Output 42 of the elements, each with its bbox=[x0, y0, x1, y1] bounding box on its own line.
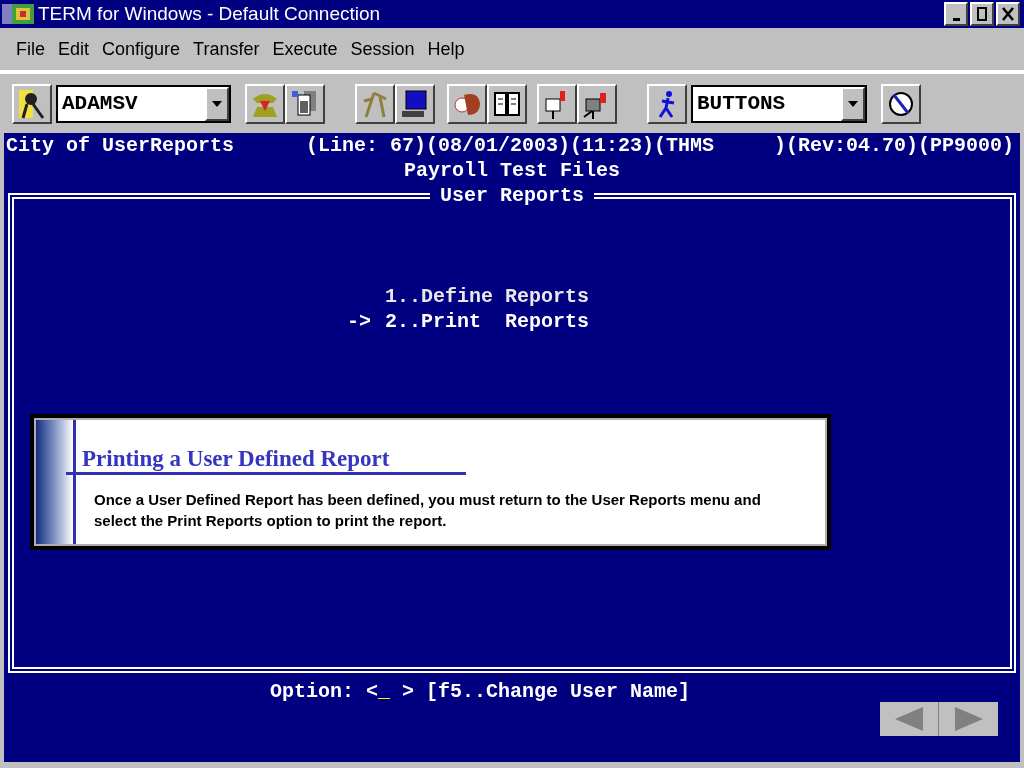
frame-title: User Reports bbox=[439, 183, 585, 208]
menu-option[interactable]: 2..Print Reports bbox=[385, 309, 590, 334]
toolbar-button[interactable] bbox=[647, 83, 687, 124]
person-search-icon bbox=[17, 87, 47, 120]
toolbar-button[interactable] bbox=[577, 83, 617, 124]
toolbar-button[interactable] bbox=[355, 83, 395, 124]
search-button[interactable] bbox=[12, 83, 52, 124]
toolbar-button[interactable] bbox=[447, 83, 487, 124]
buttons-combo[interactable]: BUTTONS bbox=[691, 84, 867, 123]
menu-option[interactable]: 1..Define Reports bbox=[385, 284, 590, 309]
window-title: TERM for Windows - Default Connection bbox=[38, 1, 382, 26]
close-icon bbox=[1002, 7, 1014, 21]
minimize-icon bbox=[952, 18, 960, 21]
close-button[interactable] bbox=[996, 2, 1020, 26]
menu-item[interactable]: Transfer bbox=[193, 35, 260, 63]
option-prompt[interactable]: Option: <_ > [f5..Change User Name] bbox=[270, 679, 691, 704]
menu-item[interactable]: Session bbox=[350, 35, 415, 63]
right-arrow-icon bbox=[954, 707, 983, 731]
toolbar-button[interactable] bbox=[395, 83, 435, 124]
menu-item[interactable]: Edit bbox=[58, 35, 90, 63]
toolbar-button[interactable] bbox=[881, 83, 921, 124]
monitor-icon bbox=[400, 88, 430, 119]
menu-item[interactable]: Help bbox=[427, 35, 465, 63]
pointer-arrow: -> bbox=[347, 309, 372, 334]
minimize-button[interactable] bbox=[944, 2, 968, 26]
toolbar-button[interactable] bbox=[285, 83, 325, 124]
callout-text: Once a User Defined Report has been defined, you must return to the User Reports menu and select the Print Reports option to print the report. bbox=[93, 490, 762, 531]
status-line: (Line: 67)(08/01/2003)(11:23)(THMS )(Rev:04.70)(PP9000) bbox=[305, 133, 1014, 158]
menu-item[interactable]: Configure bbox=[102, 35, 181, 63]
app-icon bbox=[2, 2, 36, 26]
toolbar-button[interactable] bbox=[245, 83, 285, 124]
menu-item[interactable]: Execute bbox=[272, 35, 338, 63]
callout-title: Printing a User Defined Report bbox=[81, 446, 390, 471]
toolbar-button[interactable] bbox=[487, 83, 527, 124]
maximize-icon bbox=[977, 7, 987, 21]
left-arrow-icon bbox=[895, 707, 923, 731]
user-combo[interactable]: ADAMSV bbox=[56, 84, 231, 123]
menu-item[interactable]: File bbox=[16, 35, 45, 63]
toolbar-button[interactable] bbox=[537, 83, 577, 124]
header-title: City of UserReports bbox=[6, 133, 235, 158]
maximize-button[interactable] bbox=[970, 2, 994, 26]
screen-subtitle: Payroll Test Files bbox=[403, 158, 620, 183]
